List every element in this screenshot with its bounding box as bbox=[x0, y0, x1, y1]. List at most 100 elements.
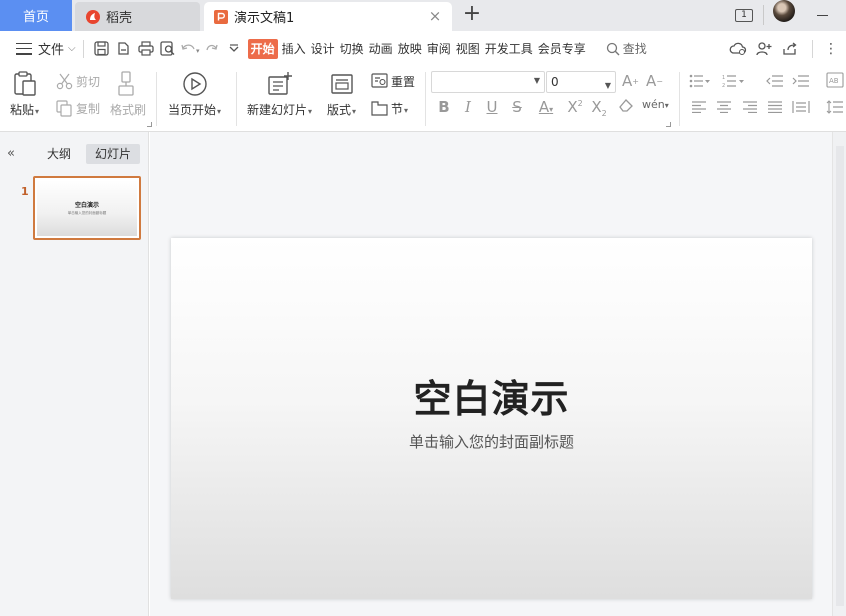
print-icon[interactable] bbox=[135, 38, 157, 60]
customize-toolbar-icon[interactable] bbox=[223, 38, 245, 60]
minimize-icon[interactable] bbox=[812, 0, 832, 31]
align-right-icon[interactable] bbox=[742, 101, 758, 113]
clipboard-launcher-icon[interactable] bbox=[147, 122, 152, 127]
distributed-align-icon[interactable] bbox=[792, 100, 810, 114]
scrollbar-thumb[interactable] bbox=[836, 146, 844, 606]
slide-subtitle-placeholder[interactable]: 单击输入您的封面副标题 bbox=[409, 431, 574, 452]
format-painter-icon bbox=[118, 71, 134, 96]
svg-text:2: 2 bbox=[722, 83, 725, 88]
subscript-icon[interactable]: X2 bbox=[590, 98, 608, 118]
tab-insert[interactable]: 插入 bbox=[281, 39, 307, 59]
clear-format-icon[interactable] bbox=[617, 98, 635, 116]
ribbon-divider bbox=[425, 72, 426, 126]
decrease-indent-icon[interactable] bbox=[766, 74, 784, 88]
decrease-font-size-icon[interactable]: A − bbox=[646, 72, 663, 90]
copy-label: 复制 bbox=[76, 102, 101, 116]
copy-icon bbox=[56, 100, 72, 117]
paste-label: 粘贴 bbox=[10, 103, 35, 117]
font-launcher-icon[interactable] bbox=[666, 122, 671, 127]
ribbon-divider bbox=[236, 72, 237, 126]
slide-title-placeholder[interactable]: 空白演示 bbox=[413, 368, 569, 423]
close-tab-icon[interactable]: × bbox=[427, 8, 443, 24]
slide-editing-canvas: 空白演示 单击输入您的封面副标题 bbox=[150, 132, 832, 616]
increase-font-size-icon[interactable]: A + bbox=[622, 72, 639, 90]
menu-bar: 文件 ⌵ ▾ 开始 插入 设计 切换 动画 放映 审阅 视图 开发工具 会员专享… bbox=[0, 31, 846, 66]
docer-tab[interactable]: 稻壳 bbox=[75, 2, 200, 31]
bullets-icon[interactable] bbox=[689, 74, 711, 88]
reset-icon bbox=[371, 73, 388, 88]
strikethrough-icon[interactable]: S bbox=[508, 98, 526, 116]
vertical-scrollbar[interactable] bbox=[832, 132, 846, 616]
align-center-icon[interactable] bbox=[716, 101, 732, 113]
section-button[interactable]: 节▾ bbox=[371, 100, 408, 117]
format-painter-button[interactable]: 格式刷 bbox=[110, 71, 146, 118]
chevron-down-icon: ▼ bbox=[604, 81, 611, 90]
screen-badge-icon[interactable]: 1 bbox=[733, 0, 755, 31]
print-preview-icon[interactable] bbox=[157, 38, 179, 60]
font-color-icon[interactable]: A▾ bbox=[533, 98, 559, 116]
tab-outline[interactable]: 大纲 bbox=[38, 144, 80, 164]
cut-label: 剪切 bbox=[76, 75, 101, 89]
cut-button[interactable]: 剪切 bbox=[56, 73, 100, 90]
tab-slideshow[interactable]: 放映 bbox=[397, 39, 423, 59]
menu-icon[interactable] bbox=[16, 42, 32, 55]
text-direction-icon[interactable]: AB bbox=[826, 72, 844, 88]
export-icon[interactable] bbox=[113, 38, 135, 60]
slide-thumbnail[interactable]: 空白演示 单击输入您的封面副标题 bbox=[33, 176, 141, 240]
play-from-current-button[interactable]: 当页开始▾ bbox=[168, 71, 221, 118]
align-left-icon[interactable] bbox=[691, 101, 707, 113]
home-tab[interactable]: 首页 bbox=[0, 0, 72, 31]
reset-button[interactable]: 重置 bbox=[371, 73, 415, 90]
layout-button[interactable]: 版式▾ bbox=[327, 71, 356, 118]
avatar[interactable] bbox=[773, 0, 795, 22]
bold-icon[interactable]: B bbox=[435, 98, 453, 116]
new-tab-icon[interactable]: + bbox=[461, 3, 483, 26]
redo-icon[interactable] bbox=[201, 38, 223, 60]
tab-view[interactable]: 视图 bbox=[455, 39, 481, 59]
tab-developer[interactable]: 开发工具 bbox=[484, 39, 534, 59]
new-slide-icon bbox=[267, 72, 292, 95]
tab-animations[interactable]: 动画 bbox=[368, 39, 394, 59]
cloud-sync-icon[interactable] bbox=[727, 38, 749, 60]
svg-text:1: 1 bbox=[722, 75, 725, 81]
tab-slides[interactable]: 幻灯片 bbox=[86, 144, 141, 164]
chevron-down-icon: ▼ bbox=[533, 76, 540, 85]
more-options-icon[interactable]: ⋮ bbox=[820, 38, 842, 60]
tab-membership[interactable]: 会员专享 bbox=[537, 39, 587, 59]
tab-review[interactable]: 审阅 bbox=[426, 39, 452, 59]
new-slide-button[interactable]: 新建幻灯片▾ bbox=[247, 71, 312, 118]
numbering-icon[interactable]: 12 bbox=[722, 74, 746, 88]
slide-number: 1 bbox=[21, 185, 29, 198]
scissors-icon bbox=[56, 73, 73, 90]
slide[interactable]: 空白演示 单击输入您的封面副标题 bbox=[171, 238, 812, 599]
italic-icon[interactable]: I bbox=[459, 98, 477, 116]
ribbon-tabs: 开始 插入 设计 切换 动画 放映 审阅 视图 开发工具 会员专享 bbox=[247, 38, 590, 59]
font-name-select[interactable]: ▼ bbox=[431, 71, 545, 93]
font-size-select[interactable]: 0 ▼ bbox=[546, 71, 616, 93]
layout-icon bbox=[330, 74, 353, 94]
underline-icon[interactable]: U bbox=[483, 98, 501, 116]
line-spacing-icon[interactable] bbox=[826, 100, 844, 114]
section-icon bbox=[371, 101, 388, 116]
superscript-icon[interactable]: X2 bbox=[566, 98, 584, 116]
document-tab[interactable]: 演示文稿1 × bbox=[204, 2, 452, 31]
increase-indent-icon[interactable] bbox=[792, 74, 810, 88]
tab-transitions[interactable]: 切换 bbox=[339, 39, 365, 59]
paste-button[interactable]: 粘贴▾ bbox=[10, 71, 39, 118]
play-from-current-label: 当页开始 bbox=[168, 103, 217, 117]
collapse-panel-icon[interactable]: « bbox=[7, 146, 15, 161]
add-collaborator-icon[interactable] bbox=[753, 38, 775, 60]
tab-design[interactable]: 设计 bbox=[310, 39, 336, 59]
justify-icon[interactable] bbox=[767, 101, 783, 113]
undo-icon[interactable]: ▾ bbox=[179, 38, 201, 60]
tab-home[interactable]: 开始 bbox=[247, 38, 278, 59]
format-painter-label: 格式刷 bbox=[110, 103, 147, 117]
share-icon[interactable] bbox=[779, 38, 801, 60]
copy-button[interactable]: 复制 bbox=[56, 100, 100, 117]
chevron-down-icon[interactable]: ⌵ bbox=[68, 43, 76, 54]
search-button[interactable]: 查找 bbox=[606, 40, 647, 57]
save-icon[interactable] bbox=[91, 38, 113, 60]
phonetic-guide-icon[interactable]: wén▾ bbox=[642, 98, 669, 111]
document-tab-label: 演示文稿1 bbox=[234, 11, 295, 26]
file-menu[interactable]: 文件 bbox=[38, 39, 64, 58]
